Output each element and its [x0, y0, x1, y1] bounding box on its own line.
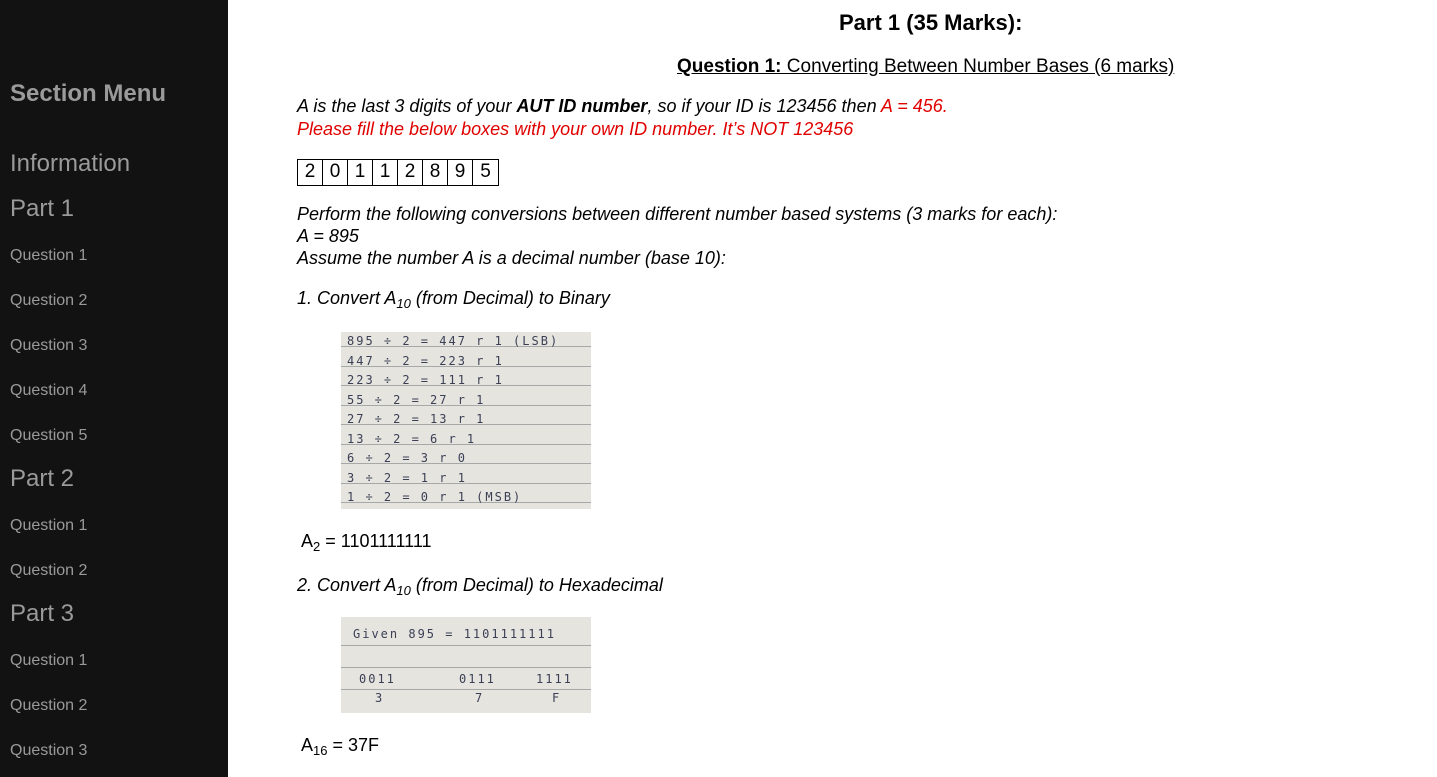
hex-answer: A16 = 37F — [301, 735, 379, 758]
sidebar-item-information[interactable]: Information — [10, 150, 130, 178]
handwritten-line: 1 ÷ 2 = 0 r 1 (MSB) — [347, 490, 523, 504]
instructions-line-2: A = 895 — [297, 226, 359, 246]
part-title: Part 1 (35 Marks): — [839, 10, 1023, 35]
question-title-number: Question 1: — [677, 56, 782, 77]
binary-answer-prefix: A — [301, 531, 314, 551]
ruled-line — [341, 667, 591, 668]
id-digit-box[interactable]: 2 — [398, 160, 423, 185]
handwritten-hex-digit: 7 — [475, 691, 485, 705]
sidebar-item-question-2[interactable]: Question 2 — [10, 562, 87, 580]
id-number-boxes: 20112895 — [297, 159, 499, 186]
binary-answer: A2 = 1101111111 — [301, 531, 432, 554]
section-menu-title: Section Menu — [10, 80, 167, 107]
handwritten-hex-digit: F — [552, 691, 562, 705]
task-2-sub: 10 — [396, 583, 411, 598]
sidebar-item-question-5[interactable]: Question 5 — [10, 427, 87, 445]
hex-answer-prefix: A — [301, 735, 314, 755]
task-1-prefix: 1. Convert A — [297, 288, 397, 308]
ruled-line — [341, 645, 591, 646]
sidebar-item-part-3[interactable]: Part 3 — [10, 600, 74, 628]
handwritten-line: 3 ÷ 2 = 1 r 1 — [347, 470, 467, 485]
instructions-line-3: Assume the number A is a decimal number … — [297, 248, 726, 268]
handwritten-line: 55 ÷ 2 = 27 r 1 — [347, 392, 486, 407]
intro-bold: AUT ID number — [516, 96, 648, 116]
id-digit-box[interactable]: 1 — [348, 160, 373, 185]
ruled-line — [341, 689, 591, 690]
task-2-prefix: 2. Convert A — [297, 575, 397, 595]
task-1-heading: 1. Convert A10 (from Decimal) to Binary — [297, 288, 610, 311]
handwritten-line: 27 ÷ 2 = 13 r 1 — [347, 412, 486, 426]
question-title: Question 1: Converting Between Number Ba… — [677, 56, 1174, 78]
sidebar-item-question-1[interactable]: Question 1 — [10, 247, 87, 265]
task-2-suffix: (from Decimal) to Hexadecimal — [410, 575, 663, 595]
handwritten-nibble: 1111 — [536, 672, 573, 686]
id-digit-box[interactable]: 1 — [373, 160, 398, 185]
sidebar-item-part-2[interactable]: Part 2 — [10, 465, 74, 493]
id-digit-box[interactable]: 2 — [298, 160, 323, 185]
sidebar-item-question-2[interactable]: Question 2 — [10, 292, 87, 310]
sidebar-item-part-1[interactable]: Part 1 — [10, 195, 74, 223]
handwritten-nibble: 0011 — [359, 672, 396, 686]
hex-work-image: Given 895 = 1101111111 0011 3 0111 7 1111 F — [341, 617, 591, 713]
handwritten-nibble: 0111 — [459, 672, 496, 686]
handwritten-line: 223 ÷ 2 = 111 r 1 — [347, 373, 504, 387]
hex-answer-value: = 37F — [327, 735, 380, 755]
instructions-line-1: Perform the following conversions betwee… — [297, 204, 1058, 224]
intro-pre: A is the last 3 digits of your — [297, 96, 517, 116]
intro-example: A = 456. — [880, 96, 948, 116]
binary-answer-value: = 1101111111 — [320, 531, 432, 551]
handwritten-given: Given 895 = 1101111111 — [353, 627, 556, 641]
binary-work-image: 895 ÷ 2 = 447 r 1 (LSB) 447 ÷ 2 = 223 r 1… — [341, 332, 591, 509]
sidebar-item-question-2[interactable]: Question 2 — [10, 697, 87, 715]
intro-line: A is the last 3 digits of your AUT ID nu… — [297, 96, 948, 117]
handwritten-hex-digit: 3 — [375, 691, 385, 705]
task-1-suffix: (from Decimal) to Binary — [410, 288, 610, 308]
sidebar: Section Menu Information Part 1 Question 1… — [0, 0, 228, 777]
handwritten-line: 6 ÷ 2 = 3 r 0 — [347, 451, 467, 465]
sidebar-item-question-1[interactable]: Question 1 — [10, 517, 87, 535]
handwritten-line: 13 ÷ 2 = 6 r 1 — [347, 431, 477, 446]
task-2-heading: 2. Convert A10 (from Decimal) to Hexadec… — [297, 575, 663, 598]
intro-mid: , so if your ID is 123456 then — [647, 96, 881, 116]
main-content: Part 1 (35 Marks): Question 1: Convertin… — [228, 0, 1437, 777]
handwritten-line: 447 ÷ 2 = 223 r 1 — [347, 353, 504, 368]
question-title-text: Converting Between Number Bases (6 marks… — [781, 56, 1175, 77]
task-1-sub: 10 — [396, 296, 411, 311]
id-digit-box[interactable]: 5 — [473, 160, 498, 185]
handwritten-line: 895 ÷ 2 = 447 r 1 (LSB) — [347, 334, 560, 348]
sidebar-item-question-3[interactable]: Question 3 — [10, 742, 87, 760]
id-warning: Please fill the below boxes with your ow… — [297, 119, 854, 139]
id-digit-box[interactable]: 9 — [448, 160, 473, 185]
hex-answer-sub: 16 — [313, 743, 328, 758]
sidebar-item-question-3[interactable]: Question 3 — [10, 337, 87, 355]
sidebar-item-question-4[interactable]: Question 4 — [10, 382, 87, 400]
id-digit-box[interactable]: 8 — [423, 160, 448, 185]
sidebar-item-question-1[interactable]: Question 1 — [10, 652, 87, 670]
id-digit-box[interactable]: 0 — [323, 160, 348, 185]
